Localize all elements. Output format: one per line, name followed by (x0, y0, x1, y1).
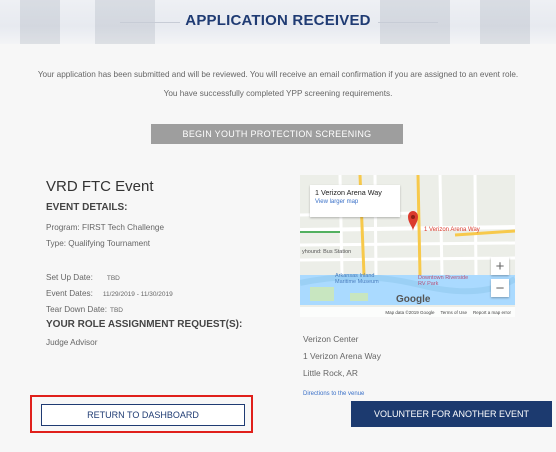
event-title: VRD FTC Event (46, 178, 154, 195)
teardown-date: Tear Down Date: TBD (46, 305, 123, 314)
venue-street: 1 Verizon Arena Way (303, 351, 381, 361)
directions-link[interactable]: Directions to the venue (303, 391, 364, 397)
map-data-credit: Map data ©2019 Google (385, 309, 435, 315)
venue-map[interactable]: 1 Verizon Arena Way View larger map 1 Ve… (300, 175, 515, 317)
submission-message: Your application has been submitted and … (37, 70, 519, 79)
return-to-dashboard-button[interactable]: RETURN TO DASHBOARD (41, 404, 245, 426)
ypp-message: You have successfully completed YPP scre… (163, 89, 393, 98)
venue-name: Verizon Center (303, 334, 359, 344)
museum-label: Arkansas Inland Maritime Museum (335, 273, 379, 285)
setup-date-label: Set Up Date: (46, 273, 93, 282)
google-logo: Google (396, 294, 431, 305)
page-title: APPLICATION RECEIVED (185, 12, 371, 29)
terms-of-use-link[interactable]: Terms of Use (440, 310, 467, 315)
event-type: Type: Qualifying Tournament (46, 239, 151, 248)
event-dates-label: Event Dates: (46, 289, 93, 298)
event-details-heading: EVENT DETAILS: (46, 202, 128, 213)
map-footer: Map data ©2019 Google Terms of Use Repor… (300, 307, 515, 317)
setup-date: Set Up Date: TBD (46, 273, 120, 282)
teardown-date-label: Tear Down Date: (46, 305, 107, 314)
map-pin-label: 1 Verizon Arena Way (424, 227, 480, 233)
role-item: Judge Advisor (46, 338, 98, 347)
role-assignment-heading: YOUR ROLE ASSIGNMENT REQUEST(S): (46, 319, 243, 330)
begin-youth-protection-button[interactable]: BEGIN YOUTH PROTECTION SCREENING (151, 124, 403, 144)
view-larger-map-link[interactable]: View larger map (315, 199, 395, 205)
map-info-card: 1 Verizon Arena Way View larger map (310, 185, 400, 217)
venue-city: Little Rock, AR (303, 368, 358, 378)
report-map-error-link[interactable]: Report a map error (473, 310, 511, 315)
zoom-in-button[interactable]: + (491, 257, 509, 275)
setup-date-value: TBD (106, 275, 120, 282)
event-dates-value: 11/29/2019 - 11/30/2019 (102, 291, 173, 298)
event-dates: Event Dates: 11/29/2019 - 11/30/2019 (46, 289, 173, 298)
bus-station-label: yhound: Bus Station (302, 249, 352, 255)
event-program: Program: FIRST Tech Challenge (46, 223, 165, 232)
zoom-out-button[interactable]: − (491, 279, 509, 297)
map-card-title: 1 Verizon Arena Way (315, 188, 382, 197)
teardown-date-value: TBD (109, 307, 123, 314)
volunteer-another-event-button[interactable]: VOLUNTEER FOR ANOTHER EVENT (351, 401, 552, 427)
downtown-label: Downtown Riverside RV Park (418, 275, 469, 287)
